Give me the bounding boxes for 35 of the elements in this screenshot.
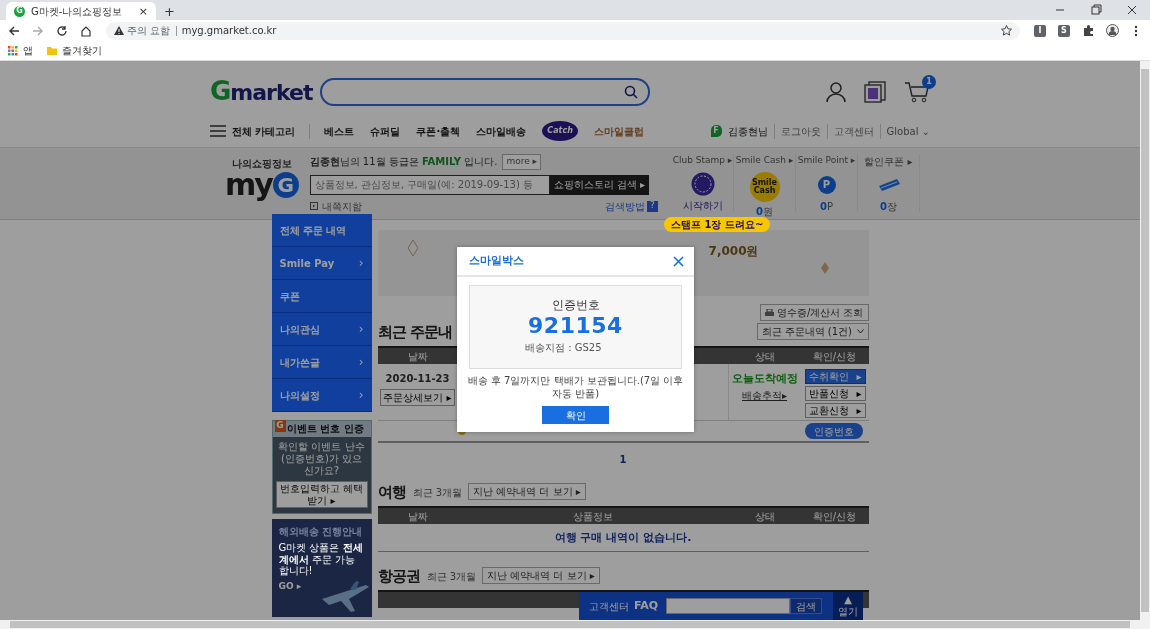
order-date: 2020-11-23 — [384, 372, 451, 386]
empty-message: 여행 구매 내역이 없습니다. — [377, 524, 869, 552]
period-label: 최근 3개월 — [412, 486, 463, 500]
code-label: 인증번호 — [551, 297, 600, 314]
stamp-tooltip: 스탬프 1장 드려요~ — [664, 217, 771, 232]
favicon: G — [14, 5, 25, 17]
section-title: 최근 주문내 — [377, 325, 452, 340]
security-label: 주의 요함 — [126, 25, 170, 36]
tab-title: G마켓-나의쇼핑정보 — [31, 4, 123, 19]
grade-badge: F — [710, 125, 722, 137]
banner-title: 해외배송 진행안내 — [278, 525, 363, 539]
branch-text: 배송지점 : GS25 — [525, 341, 602, 356]
column-header: 상태 — [753, 509, 776, 524]
banner-text: 7,000원 — [708, 243, 759, 260]
column-header: 날짜 — [406, 349, 429, 364]
banner-text: G마켓 상품은 전세계에서 주문 가능합니다! — [278, 542, 364, 577]
period-label: 최근 3개월 — [426, 570, 477, 584]
column-header: 상품정보 — [572, 509, 614, 524]
column-header: 날짜 — [406, 509, 429, 524]
notice-text: 배송 후 7일까지만 택배가 보관됩니다.(7일 이후 자동 반품) — [466, 375, 685, 400]
cart-count-badge: 1 — [922, 75, 936, 89]
column-header: 확인/신청 — [811, 349, 858, 364]
url-text: myg.gmarket.co.kr — [181, 24, 277, 38]
faq-title: FAQ — [634, 597, 659, 614]
faq-label: 고객센터 — [589, 599, 629, 614]
myg-caption: 나의쇼핑정보 — [231, 157, 292, 171]
auth-code: 921154 — [528, 314, 623, 339]
dialog-title: 스마일박스 — [469, 252, 524, 269]
column-header: 확인/신청 — [811, 509, 858, 524]
order-status: 오늘도착예정 — [730, 371, 799, 387]
section-title: 항공권 — [377, 569, 420, 584]
section-title: 여행 — [377, 485, 406, 500]
panel-text: 확인할 이벤트 난수(인증번호)가 있으신가요? — [277, 441, 366, 477]
grade-message: 김종현님의 11월 등급은 FAMILY 입니다. — [309, 155, 498, 170]
column-header: 상태 — [753, 349, 776, 364]
